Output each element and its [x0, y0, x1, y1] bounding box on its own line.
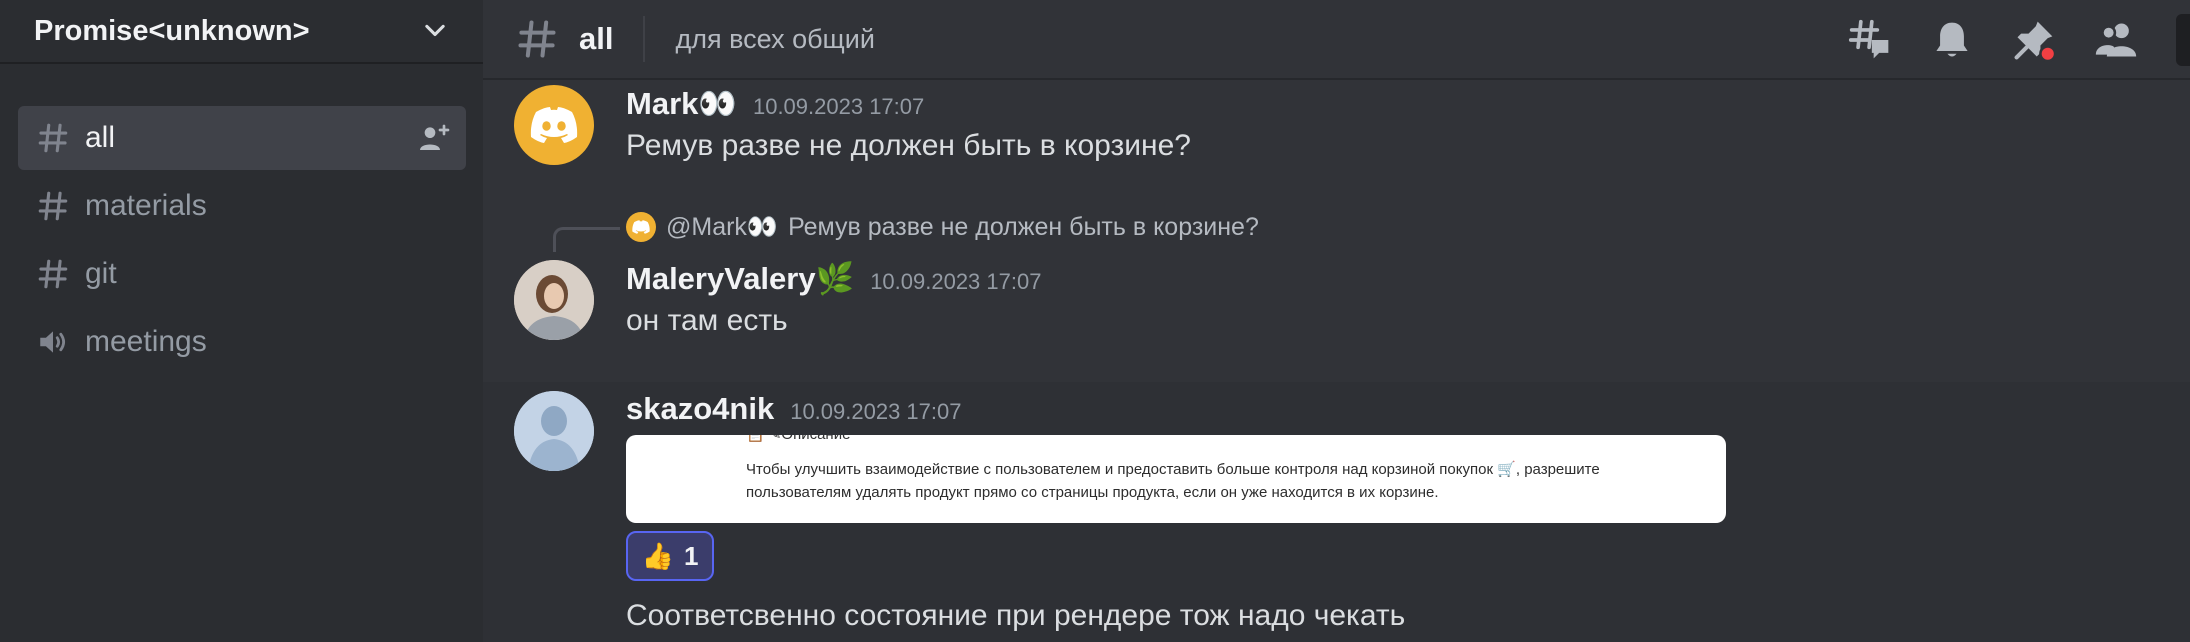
username[interactable]: skazo4nik — [626, 391, 774, 427]
reply-reference[interactable]: @Mark👀 Ремув разве не должен быть в корз… — [626, 212, 1259, 242]
embed-text-line: пользователям удалять продукт прямо со с… — [746, 484, 1439, 501]
embed-text-line: Чтобы улучшить взаимодействие с пользова… — [746, 461, 1600, 478]
reply-text: Ремув разве не должен быть в корзине? — [788, 212, 1259, 241]
hash-icon — [38, 259, 68, 289]
chevron-down-icon — [425, 24, 445, 37]
reaction-button[interactable]: 👍 1 — [626, 531, 714, 581]
thumbs-up-icon: 👍 — [641, 540, 674, 571]
username[interactable]: Mark👀 — [626, 85, 737, 122]
channel-label: materials — [85, 189, 207, 222]
message-header: MaleryValery🌿 10.09.2023 17:07 — [626, 260, 1041, 297]
channel-label: all — [85, 121, 116, 154]
user-photo — [514, 260, 594, 340]
hash-icon — [518, 20, 556, 58]
channel-sidebar: Promise<unknown> all materials git meeti… — [0, 0, 483, 642]
channel-item-all[interactable]: all — [18, 106, 466, 170]
pin-icon[interactable] — [2012, 18, 2056, 62]
members-icon[interactable] — [2094, 18, 2138, 62]
speaker-icon — [40, 331, 66, 353]
channel-label: meetings — [85, 325, 207, 358]
hash-icon — [38, 191, 68, 221]
message-text: он там есть — [626, 304, 788, 337]
timestamp: 10.09.2023 17:07 — [790, 399, 962, 424]
channel-item-materials[interactable]: materials — [18, 174, 466, 238]
reply-avatar — [626, 212, 656, 242]
channel-topic[interactable]: для всех общий — [675, 24, 874, 55]
bell-icon[interactable] — [1930, 18, 1974, 62]
channel-label: git — [85, 257, 117, 290]
username[interactable]: MaleryValery🌿 — [626, 260, 854, 297]
discord-logo-icon — [632, 220, 650, 234]
header-divider — [643, 16, 646, 62]
timestamp: 10.09.2023 17:07 — [752, 94, 925, 119]
avatar[interactable] — [514, 260, 594, 340]
reaction-count: 1 — [683, 540, 699, 571]
embed-heading: 📋 ✎Описание — [746, 435, 850, 443]
avatar[interactable] — [514, 391, 594, 471]
reply-spine — [553, 227, 620, 252]
user-photo — [514, 391, 594, 471]
channel-item-git[interactable]: git — [18, 242, 466, 306]
avatar[interactable] — [514, 85, 594, 165]
message-header: Mark👀 10.09.2023 17:07 — [626, 85, 924, 122]
timestamp: 10.09.2023 17:07 — [870, 269, 1042, 294]
add-member-icon[interactable] — [418, 122, 450, 154]
server-header[interactable]: Promise<unknown> — [0, 0, 483, 64]
channel-header: all для всех общий — [483, 0, 2190, 80]
channel-title: all — [579, 21, 614, 56]
threads-icon[interactable] — [1848, 18, 1892, 62]
message-header: skazo4nik 10.09.2023 17:07 — [626, 391, 961, 427]
image-attachment[interactable]: 📋 ✎Описание Чтобы улучшить взаимодействи… — [626, 435, 1726, 523]
search-bar[interactable] — [2176, 14, 2190, 66]
server-name: Promise<unknown> — [34, 14, 310, 47]
message-text: Ремув разве не должен быть в корзине? — [626, 129, 1191, 162]
reply-author[interactable]: @Mark👀 — [666, 213, 778, 242]
hash-icon — [38, 123, 68, 153]
message-list: Mark👀 10.09.2023 17:07 Ремув разве не до… — [483, 80, 2190, 642]
channel-item-meetings[interactable]: meetings — [18, 310, 466, 374]
message-text: Соответсвенно состояние при рендере тож … — [626, 599, 1406, 632]
discord-logo-icon — [530, 107, 578, 143]
